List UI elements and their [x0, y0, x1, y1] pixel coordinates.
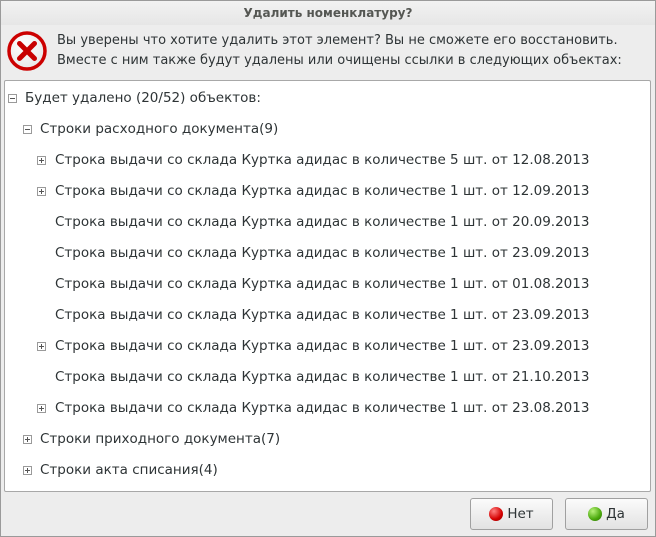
- tree-item[interactable]: Строка выдачи со склада Куртка адидас в …: [5, 393, 650, 424]
- message-area: Вы уверены что хотите удалить этот элеме…: [7, 31, 647, 75]
- collapse-icon[interactable]: [23, 125, 32, 134]
- tree-item[interactable]: Строка выдачи со склада Куртка адидас в …: [5, 145, 650, 176]
- yes-button[interactable]: Да: [565, 498, 648, 530]
- tree-item-label: Строка выдачи со склада Куртка адидас в …: [55, 245, 590, 261]
- tree-item[interactable]: Строка выдачи со склада Куртка адидас в …: [5, 269, 650, 300]
- tree-item-label: Строки приходного документа(7): [40, 431, 281, 447]
- expand-icon[interactable]: [37, 404, 46, 413]
- tree-item[interactable]: Строка выдачи со склада Куртка адидас в …: [5, 331, 650, 362]
- red-dot-icon: [489, 507, 504, 521]
- tree-item-label: Строка выдачи со склада Куртка адидас в …: [55, 152, 590, 168]
- tree-item[interactable]: Строка выдачи со склада Куртка адидас в …: [5, 238, 650, 269]
- tree-group[interactable]: Строки приходного документа(7): [5, 424, 650, 455]
- tree-group[interactable]: Строки расходного документа(9): [5, 114, 650, 145]
- message-line-1: Вы уверены что хотите удалить этот элеме…: [57, 33, 618, 48]
- window-title: Удалить номенклатуру?: [1, 1, 655, 25]
- tree-item-label: Строки акта списания(4): [40, 462, 218, 478]
- tree-group[interactable]: Строки акта списания(4): [5, 455, 650, 486]
- expand-icon[interactable]: [23, 466, 32, 475]
- tree-item-label: Строка выдачи со склада Куртка адидас в …: [55, 338, 590, 354]
- green-dot-icon: [588, 507, 603, 521]
- dependency-tree[interactable]: Будет удалено (20/52) объектов: Строки ра…: [4, 80, 651, 492]
- no-button[interactable]: Нет: [470, 498, 553, 530]
- tree-item-label: Строка выдачи со склада Куртка адидас в …: [55, 276, 590, 292]
- tree-item[interactable]: Строка выдачи со склада Куртка адидас в …: [5, 207, 650, 238]
- message-line-2: Вместе с ним также будут удалены или очи…: [57, 53, 622, 68]
- tree-item-label: Строка выдачи со склада Куртка адидас в …: [55, 214, 590, 230]
- tree-item[interactable]: Строка выдачи со склада Куртка адидас в …: [5, 176, 650, 207]
- tree-item-label: Строки расходного документа(9): [40, 121, 279, 137]
- error-circle-x-icon: [7, 31, 47, 71]
- collapse-icon[interactable]: [8, 94, 17, 103]
- expand-icon[interactable]: [37, 342, 46, 351]
- tree-item-label: Будет удалено (20/52) объектов:: [25, 90, 261, 106]
- tree-root[interactable]: Будет удалено (20/52) объектов:: [5, 83, 650, 114]
- expand-icon[interactable]: [37, 187, 46, 196]
- tree-item-label: Строка выдачи со склада Куртка адидас в …: [55, 369, 590, 385]
- expand-icon[interactable]: [23, 435, 32, 444]
- no-button-label: Нет: [507, 506, 534, 522]
- tree-item-label: Строка выдачи со склада Куртка адидас в …: [55, 400, 590, 416]
- dialog-window: Удалить номенклатуру? Вы уверены что хот…: [0, 0, 656, 537]
- yes-button-label: Да: [606, 506, 625, 522]
- tree-item[interactable]: Строка выдачи со склада Куртка адидас в …: [5, 300, 650, 331]
- tree-item-label: Строка выдачи со склада Куртка адидас в …: [55, 183, 590, 199]
- tree-item-label: Строка выдачи со склада Куртка адидас в …: [55, 307, 590, 323]
- expand-icon[interactable]: [37, 156, 46, 165]
- tree-item[interactable]: Строка выдачи со склада Куртка адидас в …: [5, 362, 650, 393]
